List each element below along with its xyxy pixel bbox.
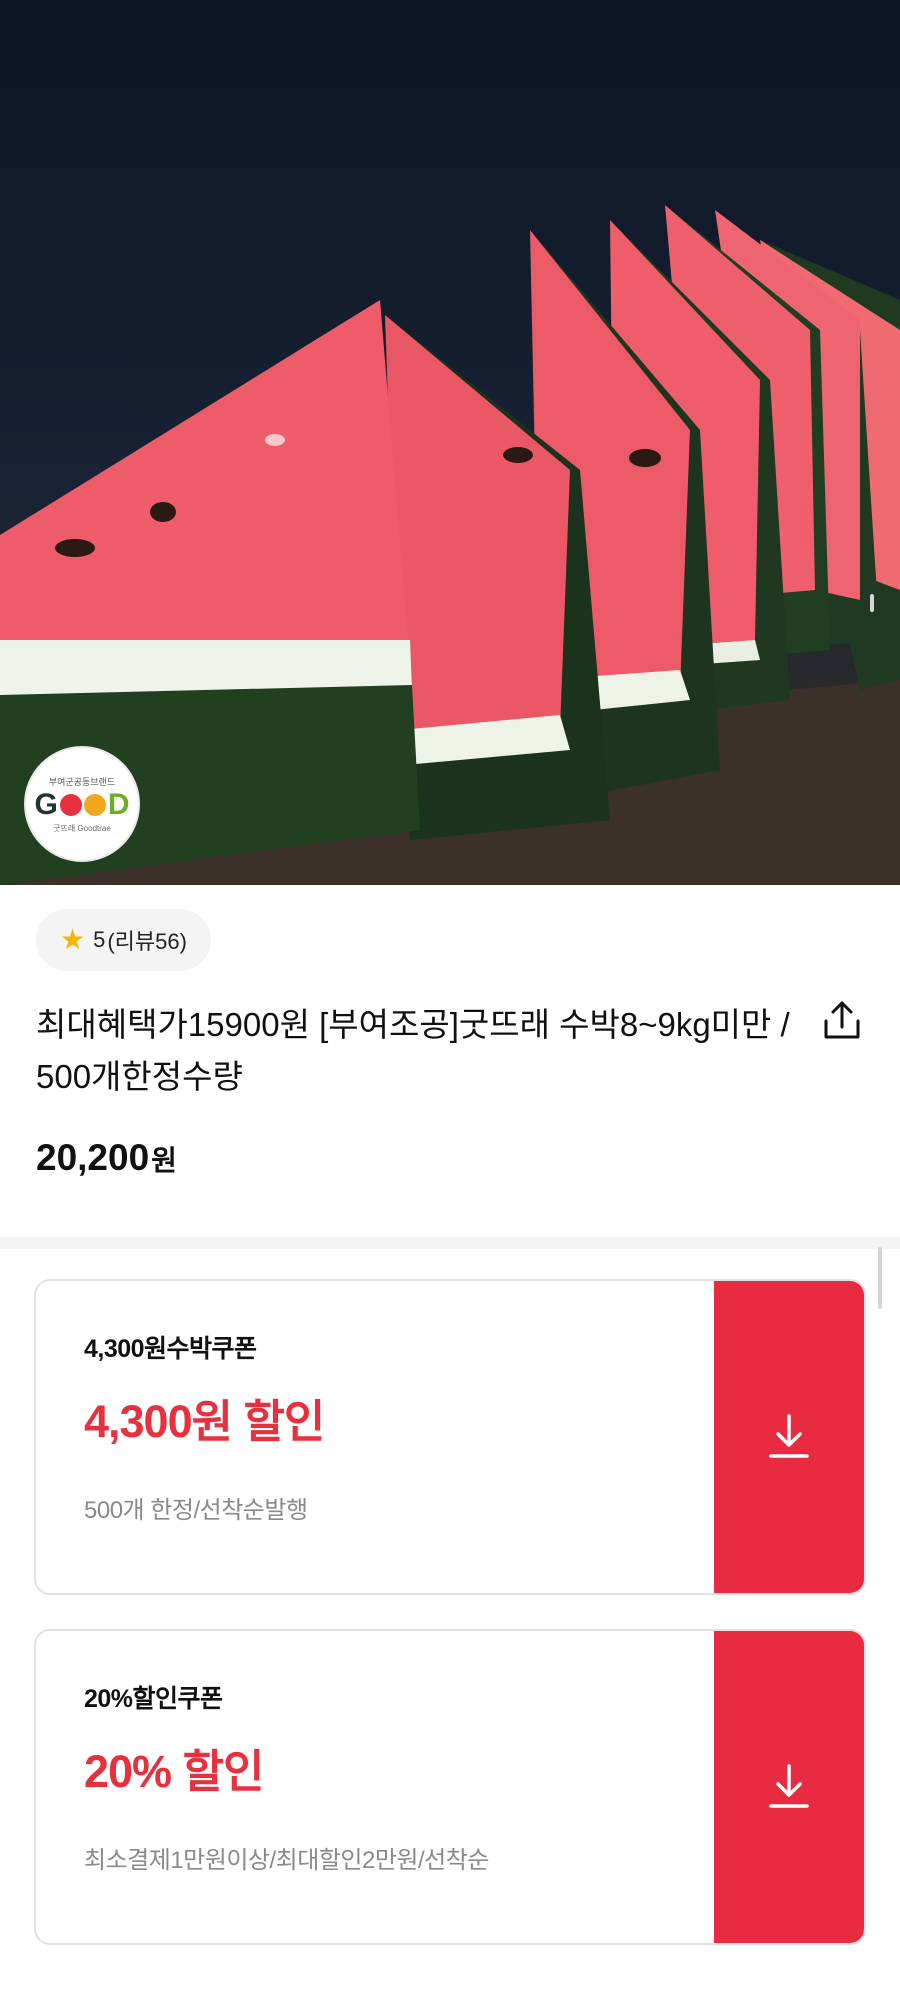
coupon-note: 500개 한정/선착순발행 <box>84 1497 308 1524</box>
coupon-info: 4,300원수박쿠폰 4,300원 할인 500개 한정/선착순발행 <box>36 1281 714 1593</box>
coupon-download-button[interactable] <box>714 1281 864 1593</box>
page-scrollbar[interactable] <box>878 1247 882 1309</box>
coupon-name: 20%할인쿠폰 <box>84 1685 223 1713</box>
apple-icon <box>59 793 82 816</box>
coupon-name: 4,300원수박쿠폰 <box>84 1335 257 1363</box>
watermelon-photo <box>0 205 900 885</box>
review-count: (리뷰56) <box>107 929 187 954</box>
brand-logo: 부여군공동브랜드 G D 굿뜨래 Goodtrae <box>24 746 140 862</box>
coupon-discount: 4,300원 할인 <box>84 1396 325 1447</box>
brand-top-text: 부여군공동브랜드 <box>48 776 116 787</box>
orange-icon <box>83 793 106 816</box>
product-info: ★ 5 (리뷰56) 최대혜택가15900원 [부여조공]굿뜨래 수박8~9kg… <box>0 885 900 1237</box>
coupon-discount: 20% 할인 <box>84 1746 264 1797</box>
brand-bottom-text: 굿뜨래 Goodtrae <box>53 823 111 833</box>
star-icon: ★ <box>60 924 86 955</box>
coupon-list: 4,300원수박쿠폰 4,300원 할인 500개 한정/선착순발행 20%할인… <box>0 1249 900 1945</box>
product-image[interactable]: 부여군공동브랜드 G D 굿뜨래 Goodtrae <box>0 0 900 885</box>
rating-value: 5 <box>93 927 106 952</box>
price-unit: 원 <box>151 1145 177 1176</box>
section-divider <box>0 1237 900 1249</box>
image-scroll-indicator <box>870 594 874 612</box>
coupon-info: 20%할인쿠폰 20% 할인 최소결제1만원이상/최대할인2만원/선착순 <box>36 1631 714 1943</box>
rating-chip[interactable]: ★ 5 (리뷰56) <box>36 909 211 971</box>
download-icon <box>769 1414 809 1458</box>
coupon-download-button[interactable] <box>714 1631 864 1943</box>
product-price: 20,200 원 <box>36 1137 864 1179</box>
share-icon[interactable] <box>818 997 866 1045</box>
price-value: 20,200 <box>36 1137 150 1178</box>
download-icon <box>769 1764 809 1808</box>
product-title: 최대혜택가15900원 [부여조공]굿뜨래 수박8~9kg미만 / 500개한정… <box>36 1006 790 1095</box>
coupon-card[interactable]: 4,300원수박쿠폰 4,300원 할인 500개 한정/선착순발행 <box>34 1279 866 1595</box>
coupon-card[interactable]: 20%할인쿠폰 20% 할인 최소결제1만원이상/최대할인2만원/선착순 <box>34 1629 866 1945</box>
brand-mark: G D <box>34 787 130 821</box>
brand-letter-g: G <box>34 787 58 821</box>
coupon-note: 최소결제1만원이상/최대할인2만원/선착순 <box>84 1847 489 1874</box>
brand-letter-d: D <box>107 787 130 821</box>
